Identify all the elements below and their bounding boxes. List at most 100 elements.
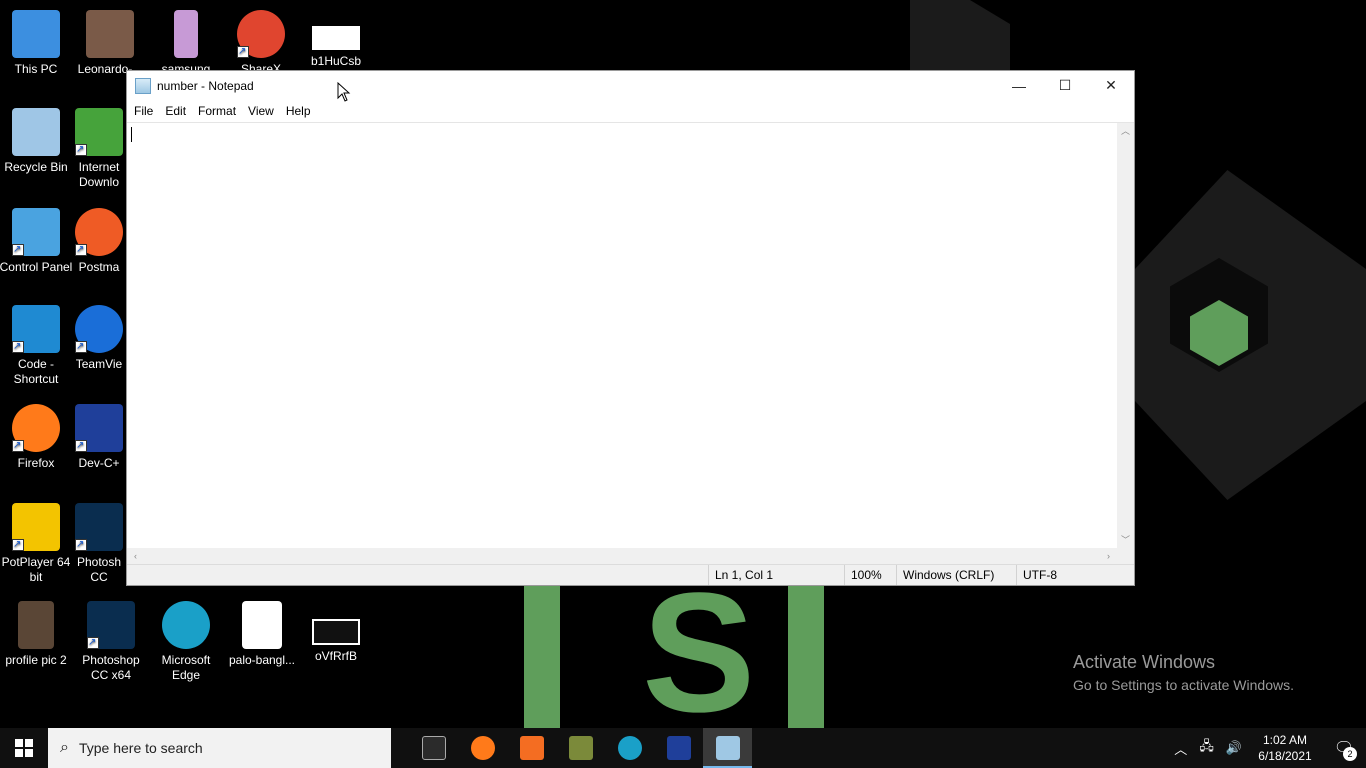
desktop-icon-potplayer[interactable]: PotPlayer 64 bit [0,503,74,585]
system-tray: ︿ 🖧 🔊 1:02 AM 6/18/2021 🗨 2 [1168,728,1366,768]
line-endings: Windows (CRLF) [896,565,1016,585]
taskbar-edge[interactable] [605,728,654,768]
recycle-bin-icon [12,108,60,156]
title-bar[interactable]: number - Notepad — ☐ ✕ [127,71,1134,100]
dev-cpp-icon [75,404,123,453]
desktop-icon-vscode[interactable]: Code - Shortcut [0,305,74,387]
teamviewer-icon [75,305,123,354]
desktop-icon-teamviewer[interactable]: TeamVie [72,305,126,372]
menu-view[interactable]: View [243,102,279,120]
taskbar-search-box[interactable]: ⌕ Type here to search [48,728,391,768]
desktop-icon-label: Internet Downlo [78,160,120,189]
status-bar: Ln 1, Col 1 100% Windows (CRLF) UTF-8 [127,564,1134,585]
horizontal-scrollbar[interactable]: ‹ › [127,548,1117,565]
notepad-icon [135,77,151,94]
taskbar-terminal[interactable] [409,728,458,768]
wallpaper-shape [910,0,1010,80]
computer-icon [12,10,60,58]
image-thumbnail-icon [312,619,360,645]
chevron-up-icon[interactable]: ︿ [1174,739,1187,758]
volume-icon[interactable]: 🔊 [1226,740,1242,756]
image-thumbnail-icon [312,26,360,50]
menu-edit[interactable]: Edit [160,102,191,120]
desktop-icon-label: Firefox [17,456,55,470]
clock-date: 6/18/2021 [1258,749,1312,763]
vertical-scrollbar[interactable]: ︿ ﹀ [1117,123,1134,549]
desktop-icon-recycle-bin[interactable]: Recycle Bin [0,108,74,175]
activate-subtitle: Go to Settings to activate Windows. [1073,677,1294,693]
window-title: number - Notepad [157,78,254,93]
scroll-right-icon[interactable]: › [1100,548,1117,565]
action-center-button[interactable]: 🗨 2 [1322,728,1366,768]
start-button[interactable] [0,728,48,768]
vscode-icon [12,305,60,354]
terminal-icon [421,736,446,760]
desktop-icon-palo-bangla[interactable]: palo-bangl... [224,601,300,668]
taskbar: ⌕ Type here to search ︿ 🖧 🔊 1:02 AM 6/18… [0,728,1366,768]
scroll-left-icon[interactable]: ‹ [127,548,144,565]
desktop-icon-label: PotPlayer 64 bit [1,555,71,584]
desktop-icon-this-pc[interactable]: This PC [0,10,74,77]
search-icon: ⌕ [60,739,69,756]
encoding: UTF-8 [1016,565,1134,585]
sharex-icon [237,10,285,59]
network-icon[interactable]: 🖧 [1199,737,1214,759]
desktop-icon-internet-download-manager[interactable]: Internet Downlo [72,108,126,190]
taskbar-git[interactable] [556,728,605,768]
wallpaper-js-logo: S [524,568,824,738]
desktop-icon-postman[interactable]: Postma [72,208,126,275]
desktop-icon-samsung[interactable]: samsung [148,10,224,77]
close-button[interactable]: ✕ [1088,71,1134,100]
windows-logo-icon [15,739,33,757]
scroll-up-icon[interactable]: ︿ [1117,123,1134,140]
scroll-down-icon[interactable]: ﹀ [1117,532,1134,549]
firefox-icon [12,404,60,453]
desktop-icon-dev-cpp[interactable]: Dev-C+ [72,404,126,471]
desktop-icon-sharex[interactable]: ShareX [223,10,299,77]
desktop-icon-label: Photoshop CC x64 [82,653,140,682]
desktop-icon-profile-pic[interactable]: profile pic 2 [0,601,74,668]
activate-windows-watermark: Activate Windows Go to Settings to activ… [1073,652,1294,693]
search-placeholder: Type here to search [78,740,203,756]
clock[interactable]: 1:02 AM 6/18/2021 [1248,732,1322,764]
text-caret [131,127,132,142]
desktop-icon-photoshop-cc[interactable]: Photosh CC [72,503,126,585]
desktop-icon-photoshop-cc-x64[interactable]: Photoshop CC x64 [73,601,149,683]
zoom-level: 100% [844,565,896,585]
image-thumbnail-icon [174,10,198,58]
menu-bar: File Edit Format View Help [127,100,1134,122]
edge-icon [617,736,642,760]
photoshop-icon [87,601,135,650]
desktop-icon-microsoft-edge[interactable]: Microsoft Edge [148,601,224,683]
menu-help[interactable]: Help [281,102,316,120]
menu-format[interactable]: Format [193,102,241,120]
desktop-icon-label: Postma [78,260,120,274]
minimize-button[interactable]: — [996,71,1042,100]
desktop-icon-leonardo[interactable]: Leonardo-... [72,10,148,77]
maximize-button[interactable]: ☐ [1042,71,1088,100]
desktop-icon-label: Dev-C+ [78,456,120,470]
photoshop-icon [75,503,123,552]
notification-count-badge: 2 [1343,747,1357,761]
text-editor[interactable]: ︿ ﹀ ‹ › [127,122,1134,565]
potplayer-icon [12,503,60,552]
activate-title: Activate Windows [1073,652,1216,672]
desktop-icon-label: This PC [14,62,58,76]
clock-time: 1:02 AM [1262,733,1308,747]
taskbar-firefox[interactable] [458,728,507,768]
desktop-icon-label: TeamVie [75,357,123,371]
desktop-icon-label: Photosh CC [76,555,122,584]
taskbar-notepad[interactable] [703,728,752,768]
menu-file[interactable]: File [129,102,158,120]
git-icon [568,736,593,760]
taskbar-dev-cpp[interactable] [654,728,703,768]
desktop-icon-firefox[interactable]: Firefox [0,404,74,471]
desktop-icon-b1hucsb[interactable]: b1HuCsb [298,10,374,69]
desktop-icon-ovfrrfb[interactable]: oVfRrfB [298,601,374,664]
control-panel-icon [12,208,60,257]
image-thumbnail-icon [18,601,54,649]
desktop-icon-control-panel[interactable]: Control Panel [0,208,74,275]
taskbar-xampp[interactable] [507,728,556,768]
firefox-icon [470,736,495,760]
dev-cpp-icon [666,736,691,760]
